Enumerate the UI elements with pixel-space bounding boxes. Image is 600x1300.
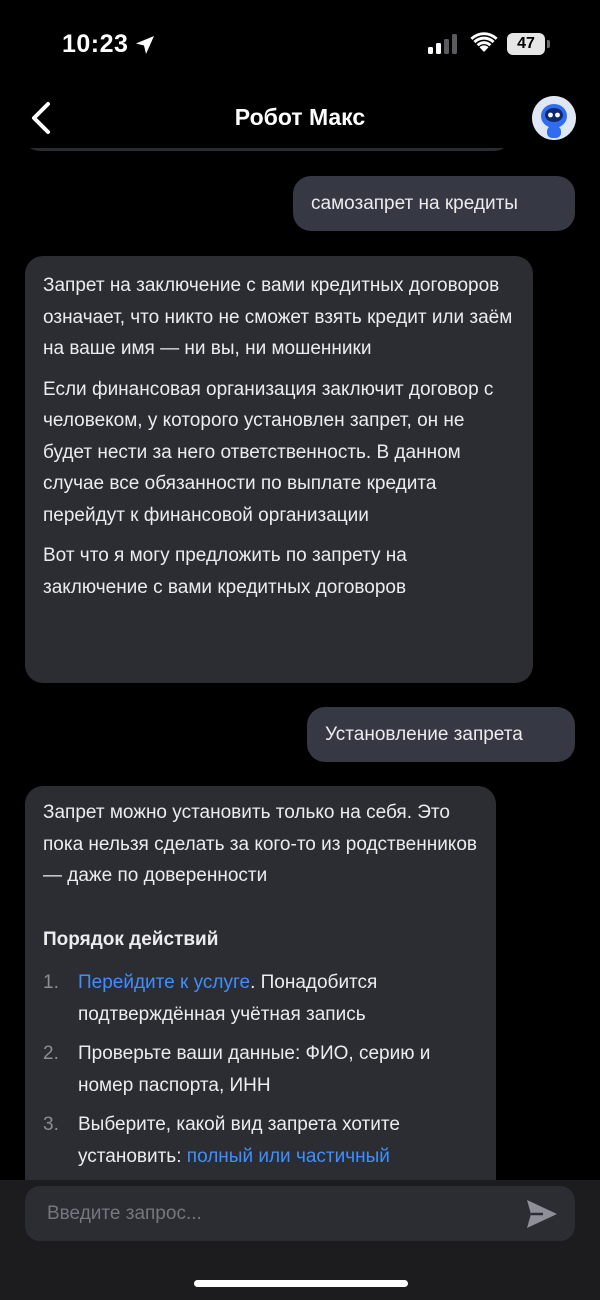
wifi-icon [470,32,498,52]
bot-message: Запрет на заключение с вами кредитных до… [25,256,533,683]
message-text: самозапрет на кредиты [311,193,518,214]
user-message: Установление запрета [307,707,575,762]
message-text: Установление запрета [325,724,523,745]
message-paragraph: Запрет на заключение с вами кредитных до… [43,275,513,359]
input-area [0,1180,600,1300]
section-heading: Порядок действий [43,928,219,950]
query-input[interactable] [47,1186,517,1241]
step-number: 2. [43,1043,59,1064]
input-box [25,1186,575,1241]
battery-tip [547,40,550,48]
user-message: самозапрет на кредиты [293,176,575,231]
battery-level: 47 [507,33,545,55]
message-paragraph: Если финансовая организация заключит дог… [43,378,494,526]
nav-bar: Робот Макс [0,90,600,148]
robot-avatar-icon[interactable] [532,96,576,140]
service-link[interactable]: Перейдите к услуге [78,972,250,993]
step-item: 3. Выберите, какой вид запрета хотите ус… [43,1109,478,1172]
ban-type-link[interactable]: полный или частичный [187,1146,390,1167]
previous-message-bubble [22,148,512,151]
status-time: 10:23 [62,30,129,58]
chat-messages[interactable]: самозапрет на кредиты Запрет на заключен… [0,148,600,1180]
step-text: Проверьте ваши данные: ФИО, серию и номе… [78,1043,431,1096]
page-title: Робот Макс [234,104,366,130]
steps-list: 1. Перейдите к услуге. Понадобится подтв… [43,967,478,1172]
send-icon[interactable] [525,1198,559,1230]
status-bar: 10:23 47 [0,0,600,90]
home-indicator [194,1280,408,1287]
step-number: 3. [43,1114,59,1135]
step-item: 1. Перейдите к услуге. Понадобится подтв… [43,967,478,1030]
step-number: 1. [43,972,59,993]
cellular-signal-icon [428,34,457,54]
step-item: 2. Проверьте ваши данные: ФИО, серию и н… [43,1038,478,1101]
bot-message: Запрет можно установить только на себя. … [25,786,496,1180]
location-arrow-icon [136,36,154,54]
message-paragraph: Запрет можно установить только на себя. … [43,802,477,886]
message-paragraph: Вот что я могу предложить по запрету на … [43,545,407,598]
